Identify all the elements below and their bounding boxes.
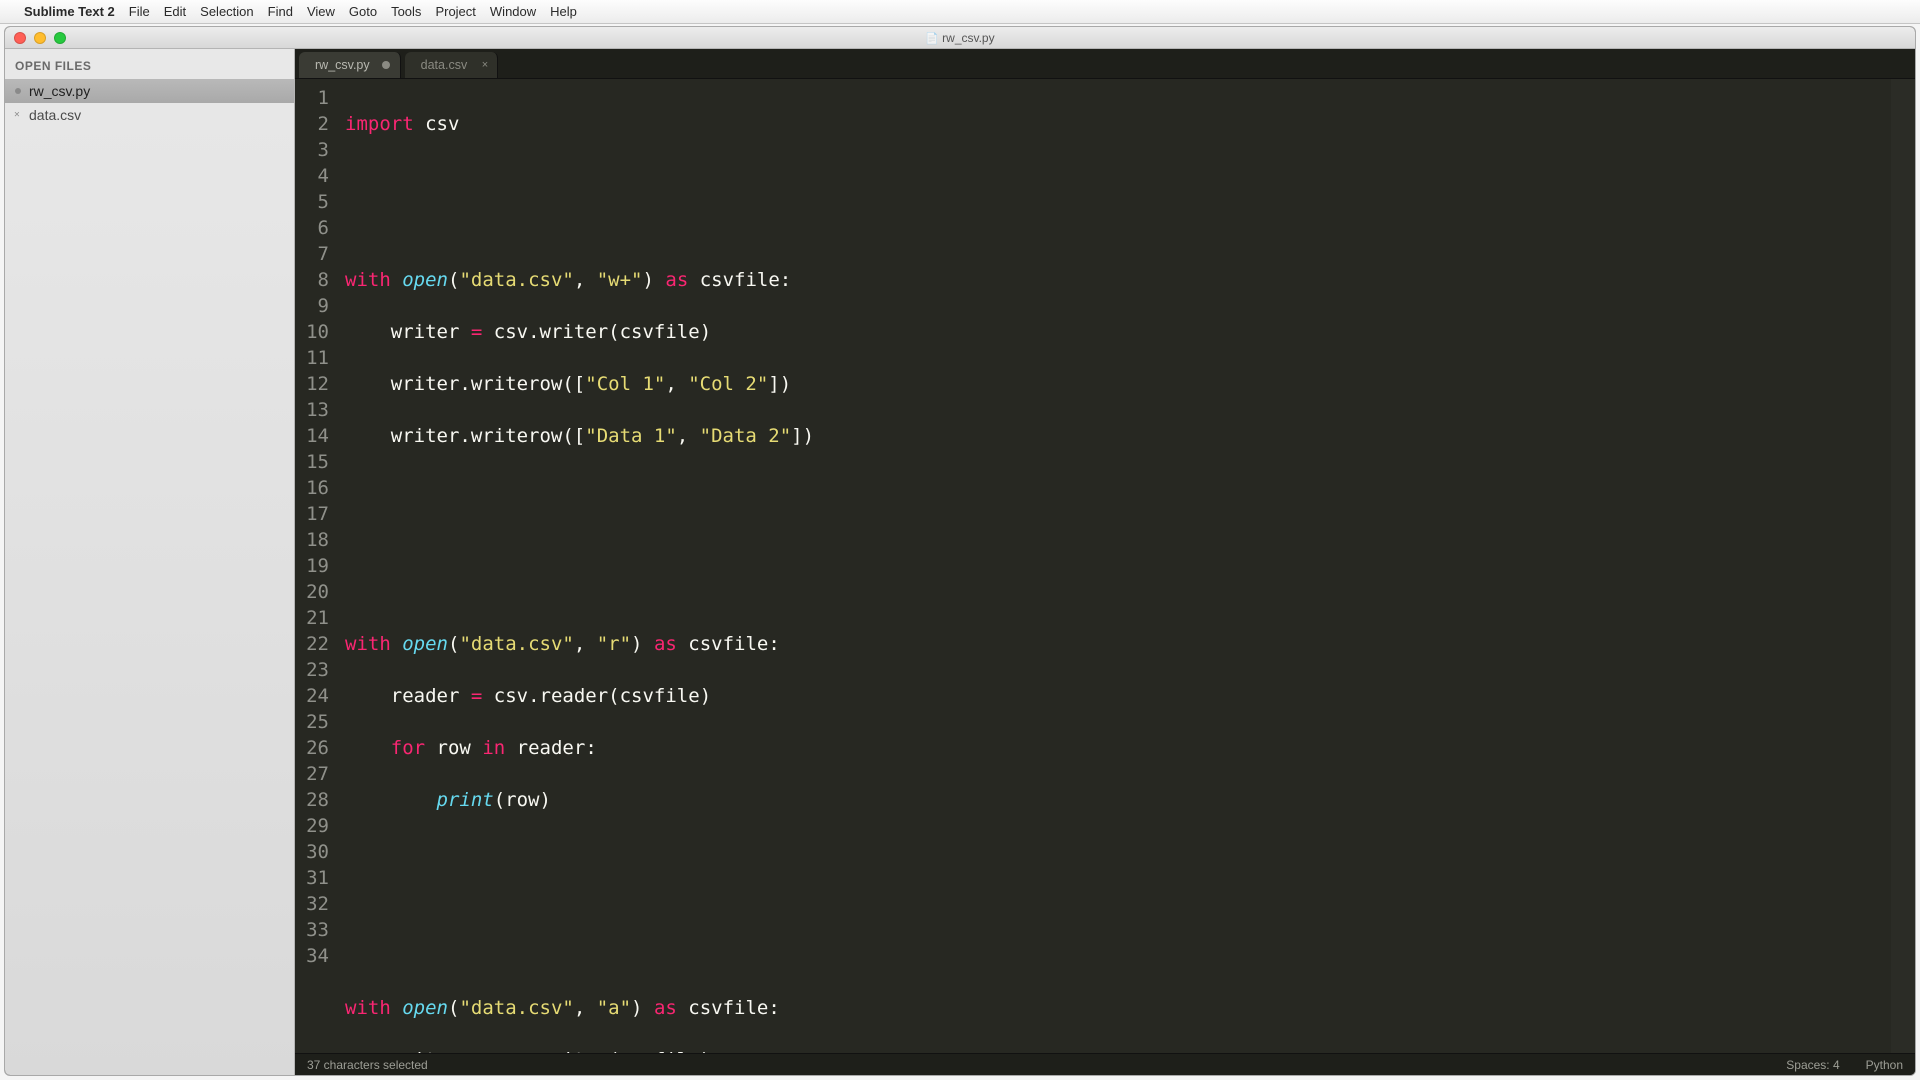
sidebar-file-label: rw_csv.py [29,83,90,99]
tab-label: data.csv [421,58,468,72]
dirty-indicator-icon [15,88,21,94]
sidebar-section-header: OPEN FILES [5,55,294,79]
tab-data_csv[interactable]: data.csv × [405,52,499,78]
tab-bar: rw_csv.py data.csv × [295,49,1915,79]
status-bar: 37 characters selected Spaces: 4 Python [295,1053,1915,1075]
sidebar-file-label: data.csv [29,107,81,123]
tab-close-icon[interactable]: × [482,59,488,71]
menu-edit[interactable]: Edit [164,4,186,19]
line-number-gutter: 1234567891011121314151617181920212223242… [295,79,339,1053]
menu-help[interactable]: Help [550,4,577,19]
menu-selection[interactable]: Selection [200,4,253,19]
menu-tools[interactable]: Tools [391,4,421,19]
macos-menubar: Sublime Text 2 File Edit Selection Find … [0,0,1920,24]
app-window: rw_csv.py OPEN FILES rw_csv.py × data.cs… [4,26,1916,1076]
code-editor[interactable]: 1234567891011121314151617181920212223242… [295,79,1915,1053]
tab-rw_csv[interactable]: rw_csv.py [299,52,401,78]
editor: rw_csv.py data.csv × 1234567891011121314… [295,49,1915,1075]
close-file-icon[interactable]: × [14,110,20,121]
menu-view[interactable]: View [307,4,335,19]
menu-window[interactable]: Window [490,4,536,19]
status-selection: 37 characters selected [307,1058,428,1072]
menubar-app-name[interactable]: Sublime Text 2 [24,4,115,19]
menu-file[interactable]: File [129,4,150,19]
menu-find[interactable]: Find [268,4,293,19]
window-titlebar[interactable]: rw_csv.py [5,27,1915,49]
sidebar-file-data_csv[interactable]: × data.csv [5,103,294,127]
code-content[interactable]: import csv with open("data.csv", "w+") a… [339,79,1891,1053]
window-title: rw_csv.py [5,31,1915,45]
sidebar-file-rw_csv[interactable]: rw_csv.py [5,79,294,103]
tab-label: rw_csv.py [315,58,370,72]
menu-project[interactable]: Project [435,4,475,19]
menu-goto[interactable]: Goto [349,4,377,19]
status-indent[interactable]: Spaces: 4 [1786,1058,1839,1072]
status-language[interactable]: Python [1866,1058,1903,1072]
sidebar: OPEN FILES rw_csv.py × data.csv [5,49,295,1075]
tab-dirty-icon[interactable] [382,61,390,69]
minimap[interactable] [1891,79,1915,1053]
